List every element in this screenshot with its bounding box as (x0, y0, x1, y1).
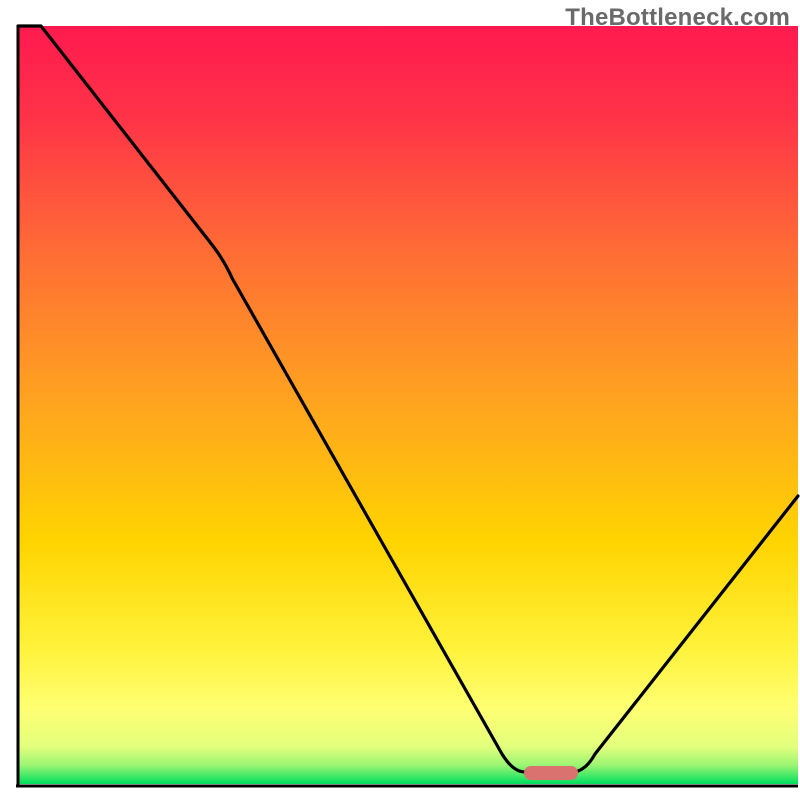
optimal-marker (524, 766, 578, 780)
bottleneck-chart: TheBottleneck.com (0, 0, 800, 800)
chart-svg (0, 0, 800, 800)
gradient-background (18, 26, 798, 784)
plot-area (18, 26, 798, 784)
watermark-text: TheBottleneck.com (565, 4, 790, 32)
